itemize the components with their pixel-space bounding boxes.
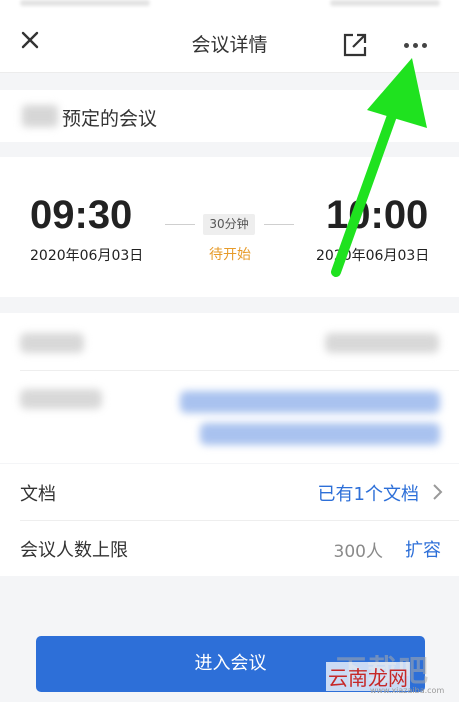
duration-badge: 30分钟 [203, 214, 255, 235]
share-button[interactable] [342, 32, 368, 58]
row-divider [20, 520, 459, 521]
capacity-row: 会议人数上限 300人 扩容 [0, 520, 459, 576]
start-time: 09:30 [30, 193, 133, 237]
page-title: 会议详情 [191, 34, 268, 56]
meeting-link-blurred-2[interactable] [200, 423, 440, 445]
documents-link[interactable]: 已有1个文档 [318, 480, 419, 506]
chevron-right-icon [433, 484, 443, 500]
meeting-id-value-blurred [325, 333, 439, 353]
time-divider-left [165, 224, 195, 225]
expand-capacity-link[interactable]: 扩容 [405, 536, 441, 562]
info-divider [20, 370, 459, 371]
time-divider-right [264, 224, 294, 225]
organizer-row: 预定的会议 [0, 90, 459, 142]
status-bar-blur-left [20, 0, 150, 6]
meeting-id-label-blurred [20, 333, 84, 353]
meeting-status: 待开始 [209, 247, 251, 263]
end-time: 10:00 [326, 193, 429, 237]
organizer-name-blurred [22, 105, 58, 127]
header: 会议详情 [0, 10, 459, 73]
watermark-url: www.xiazaiba.com [370, 686, 445, 695]
end-date: 2020年06月03日 [316, 248, 430, 264]
documents-label: 文档 [20, 484, 56, 505]
organizer-label: 预定的会议 [62, 108, 158, 130]
status-bar-blur-right [330, 0, 440, 6]
meeting-time-card: 09:30 2020年06月03日 30分钟 待开始 10:00 2020年06… [0, 157, 459, 297]
share-icon [343, 33, 367, 57]
documents-row[interactable]: 文档 已有1个文档 [0, 464, 459, 520]
more-button[interactable] [398, 32, 434, 58]
watermark: 下载吧 云南龙网 www.xiazaiba.com [326, 646, 451, 695]
capacity-label: 会议人数上限 [20, 540, 128, 561]
meeting-info-card [0, 313, 459, 463]
capacity-value: 300人 [333, 542, 383, 562]
meeting-link-label-blurred [20, 389, 102, 409]
status-bar [0, 0, 459, 10]
meeting-link-blurred-1[interactable] [180, 391, 440, 413]
start-date: 2020年06月03日 [30, 248, 144, 264]
